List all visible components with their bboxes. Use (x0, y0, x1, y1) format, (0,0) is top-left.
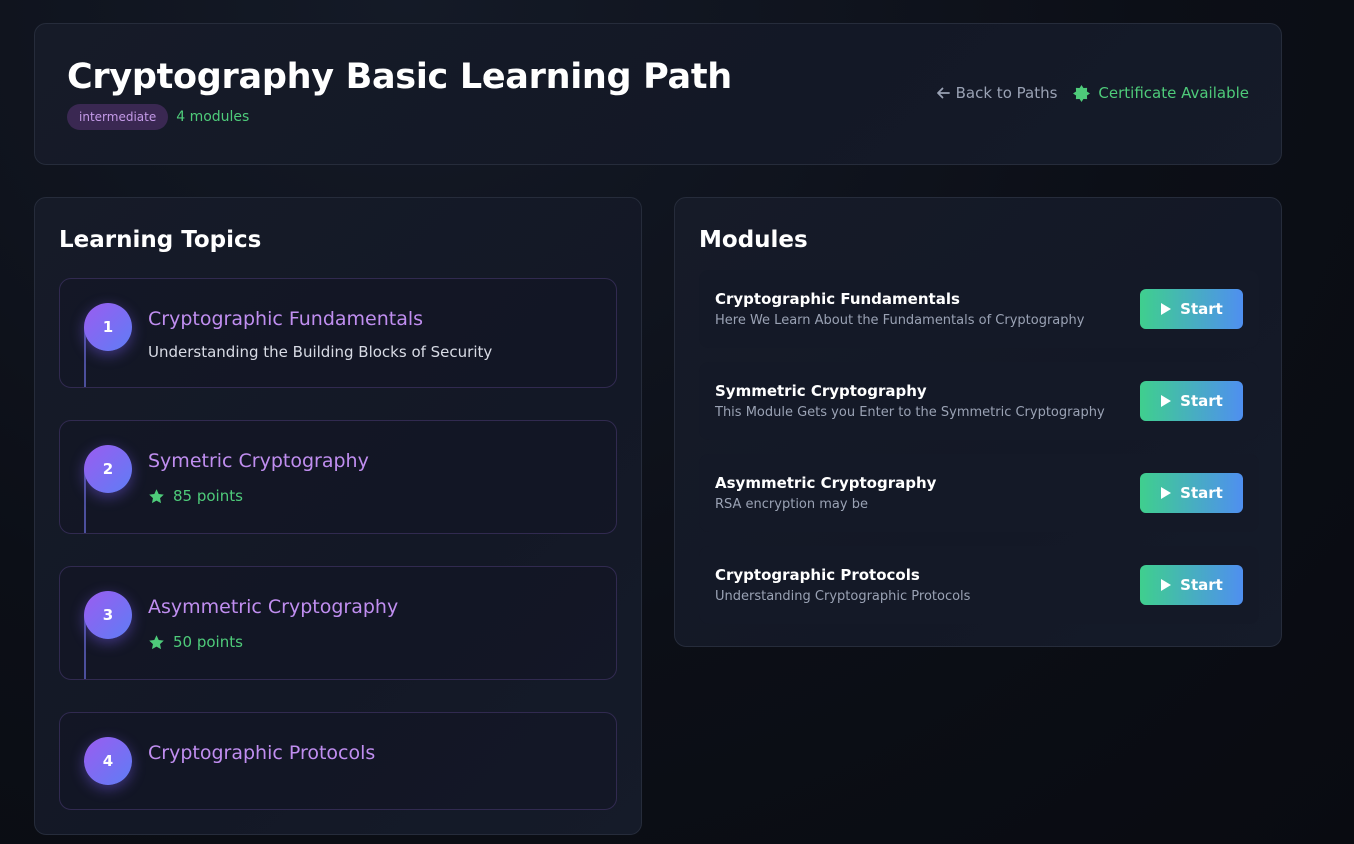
module-count: 4 modules (176, 109, 250, 125)
module-row: Cryptographic Protocols Understanding Cr… (699, 546, 1259, 624)
start-button-label: Start (1180, 392, 1223, 410)
start-button-label: Start (1180, 300, 1223, 318)
topic-number-badge: 4 (84, 737, 132, 785)
topic-number-badge: 2 (84, 445, 132, 493)
level-badge: intermediate (67, 104, 169, 130)
topic-points: 85 points (148, 487, 243, 505)
module-title: Symmetric Cryptography (715, 382, 927, 400)
star-icon (149, 634, 164, 649)
module-row: Symmetric Cryptography This Module Gets … (699, 362, 1259, 440)
module-row: Asymmetric Cryptography RSA encryption m… (699, 454, 1259, 532)
play-icon (1161, 579, 1172, 591)
topic-points-label: 85 points (173, 487, 243, 505)
module-title: Cryptographic Fundamentals (715, 290, 960, 308)
start-module-button[interactable]: Start (1140, 565, 1243, 605)
page-title: Cryptography Basic Learning Path (67, 57, 732, 97)
topic-number-badge: 1 (84, 303, 132, 351)
module-description: This Module Gets you Enter to the Symmet… (715, 405, 1105, 420)
module-title: Cryptographic Protocols (715, 566, 920, 584)
topic-item[interactable]: 4 Cryptographic Protocols (59, 712, 617, 810)
topic-points: 50 points (148, 633, 243, 651)
back-to-paths-link[interactable]: Back to Paths (936, 84, 1058, 102)
learning-topics-title: Learning Topics (59, 227, 262, 253)
start-module-button[interactable]: Start (1140, 381, 1243, 421)
header-actions: Back to Paths Certificate Available (936, 84, 1249, 102)
topic-subtitle: Understanding the Building Blocks of Sec… (148, 343, 493, 361)
learning-topics-panel: Learning Topics 1 Cryptographic Fundamen… (34, 197, 642, 835)
topic-title: Cryptographic Protocols (148, 742, 376, 764)
certificate-label: Certificate Available (1098, 84, 1249, 102)
play-icon (1161, 487, 1172, 499)
play-icon (1161, 395, 1172, 407)
path-meta: intermediate 4 modules (67, 104, 249, 130)
module-title: Asymmetric Cryptography (715, 474, 937, 492)
certificate-status: Certificate Available (1073, 84, 1249, 102)
topic-title: Symetric Cryptography (148, 450, 369, 472)
certificate-seal-icon (1073, 84, 1091, 102)
topic-item[interactable]: 1 Cryptographic Fundamentals Understandi… (59, 278, 617, 388)
topic-item[interactable]: 3 Asymmetric Cryptography 50 points (59, 566, 617, 680)
star-icon (149, 488, 164, 503)
start-button-label: Start (1180, 484, 1223, 502)
module-row: Cryptographic Fundamentals Here We Learn… (699, 270, 1259, 348)
module-description: Understanding Cryptographic Protocols (715, 589, 971, 604)
topic-points-label: 50 points (173, 633, 243, 651)
modules-panel: Modules Cryptographic Fundamentals Here … (674, 197, 1282, 647)
start-module-button[interactable]: Start (1140, 473, 1243, 513)
modules-title: Modules (699, 227, 808, 253)
topic-item[interactable]: 2 Symetric Cryptography 85 points (59, 420, 617, 534)
path-header: Cryptography Basic Learning Path interme… (34, 23, 1282, 165)
arrow-left-icon (936, 87, 950, 99)
topic-title: Cryptographic Fundamentals (148, 308, 424, 330)
start-module-button[interactable]: Start (1140, 289, 1243, 329)
topic-title: Asymmetric Cryptography (148, 596, 399, 618)
module-description: Here We Learn About the Fundamentals of … (715, 313, 1085, 328)
module-description: RSA encryption may be (715, 497, 868, 512)
back-to-paths-label: Back to Paths (955, 84, 1058, 102)
start-button-label: Start (1180, 576, 1223, 594)
play-icon (1161, 303, 1172, 315)
topic-number-badge: 3 (84, 591, 132, 639)
